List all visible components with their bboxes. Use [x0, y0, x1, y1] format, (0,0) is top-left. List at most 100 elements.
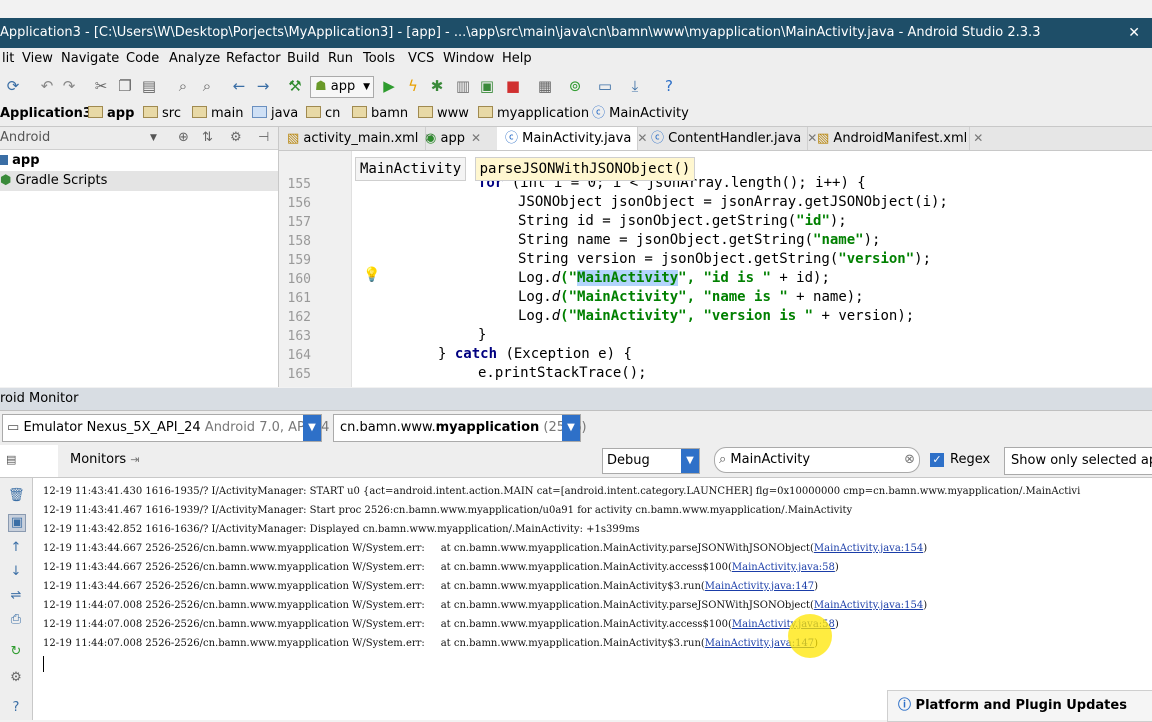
source-link[interactable]: MainActivity.java:154 [814, 543, 923, 554]
debug-icon[interactable]: ✱ [428, 77, 446, 95]
tab-monitors[interactable]: Monitors ⇥ [62, 445, 142, 477]
menu-navigate[interactable]: Navigate [61, 48, 119, 70]
sync-icon[interactable]: ⟳ [4, 77, 22, 95]
attach-debugger-icon[interactable]: ▣ [478, 77, 496, 95]
run-config-select[interactable]: ☗ app ▼ [310, 76, 374, 98]
tab-logcat[interactable]: ▤ logcat [0, 445, 58, 497]
tab-app[interactable]: ◉ app ✕ [425, 127, 498, 150]
chevron-down-icon[interactable]: ▼ [150, 127, 157, 149]
sync-gradle-icon[interactable]: ⊚ [566, 77, 584, 95]
close-icon[interactable]: ✕ [471, 131, 481, 145]
module-icon [0, 155, 8, 165]
tree-item-gradle-scripts[interactable]: ⬢ Gradle Scripts [0, 171, 278, 191]
up-arrow-icon[interactable]: ↑ [8, 540, 24, 556]
code-line-163: } [478, 327, 487, 343]
scroll-to-end-icon[interactable]: ▣ [8, 514, 26, 532]
restart-icon[interactable]: ↻ [8, 644, 24, 660]
menu-code[interactable]: Code [126, 48, 159, 70]
profile-icon[interactable]: ▥ [454, 77, 472, 95]
menu-refactor[interactable]: Refactor [226, 48, 281, 70]
breadcrumb-src[interactable]: src [143, 102, 181, 126]
soft-wrap-icon[interactable]: ⇌ [8, 588, 24, 604]
close-icon[interactable]: ✕ [973, 131, 983, 145]
source-link[interactable]: MainActivity.java:58 [732, 562, 835, 573]
gear-icon[interactable]: ⚙ [8, 670, 24, 686]
down-arrow-icon[interactable]: ↓ [8, 564, 24, 580]
text-caret [43, 656, 44, 672]
print-icon[interactable]: ⎙ [8, 612, 24, 628]
code-editor[interactable]: 155 156 157 158 159 160 161 162 163 164 … [279, 151, 1152, 387]
redo-icon[interactable]: ↷ [60, 77, 78, 95]
hide-panel-icon[interactable]: ⊣ [258, 127, 269, 149]
breadcrumb-java[interactable]: java [252, 102, 298, 126]
forward-icon[interactable]: → [254, 77, 272, 95]
breadcrumb-www[interactable]: www [418, 102, 469, 126]
source-link[interactable]: MainActivity.java:154 [814, 600, 923, 611]
scroll-from-source-icon[interactable]: ⊕ [178, 127, 189, 149]
close-icon[interactable]: ✕ [1128, 18, 1140, 48]
editor-breadcrumb-method[interactable]: parseJSONWithJSONObject() [474, 157, 696, 181]
chevron-down-icon: ▼ [303, 415, 321, 441]
clear-log-icon[interactable]: 🗑 [8, 488, 25, 504]
editor-breadcrumb-class[interactable]: MainActivity [355, 157, 467, 181]
tab-mainactivity-java[interactable]: ⓒ MainActivity.java ✕ [497, 127, 647, 150]
line-number: 160 [287, 272, 311, 287]
breadcrumb-myapplication[interactable]: myapplication [478, 102, 589, 126]
tab-contenthandler-java[interactable]: ⓒ ContentHandler.java ✕ [637, 127, 817, 150]
back-icon[interactable]: ← [230, 77, 248, 95]
filter-select[interactable]: Show only selected appl [1004, 447, 1152, 475]
help-icon[interactable]: ? [660, 77, 678, 95]
replace-icon[interactable]: ⌕ [198, 77, 216, 95]
line-number: 165 [287, 367, 311, 382]
line-number: 157 [287, 215, 311, 230]
logcat-search-input[interactable]: ⌕ MainActivity ⊗ [714, 447, 920, 473]
log-line: 12-19 11:43:41.467 1616-1939/? I/Activit… [43, 505, 853, 516]
make-project-icon[interactable]: ⚒ [286, 77, 304, 95]
tree-item-app[interactable]: app [0, 151, 278, 171]
menu-help[interactable]: Help [502, 48, 532, 70]
paste-icon[interactable]: ▤ [140, 77, 158, 95]
find-icon[interactable]: ⌕ [174, 77, 192, 95]
apply-changes-icon[interactable]: ϟ [404, 77, 422, 95]
tab-androidmanifest-xml[interactable]: ▧ AndroidManifest.xml ✕ [807, 127, 983, 150]
help-icon[interactable]: ? [8, 700, 24, 716]
device-select[interactable]: ▭ Emulator Nexus_5X_API_24 Android 7.0, … [2, 414, 329, 442]
avd-manager-icon[interactable]: ▦ [536, 77, 554, 95]
editor-gutter: 155 156 157 158 159 160 161 162 163 164 … [279, 151, 380, 387]
run-icon[interactable]: ▶ [380, 77, 398, 95]
logcat-output[interactable]: 12-19 11:43:41.430 1616-1935/? I/Activit… [33, 478, 1152, 720]
source-link[interactable]: MainActivity.java:147 [705, 581, 814, 592]
breadcrumb-main[interactable]: main [192, 102, 243, 126]
copy-icon[interactable]: ❐ [116, 77, 134, 95]
clear-icon[interactable]: ⊗ [904, 448, 915, 472]
menu-tools[interactable]: Tools [363, 48, 395, 70]
menu-run[interactable]: Run [328, 48, 353, 70]
gear-icon[interactable]: ⚙ [230, 127, 242, 149]
breadcrumb-project[interactable]: Application3 [0, 102, 92, 126]
log-line: 12-19 11:43:44.667 2526-2526/cn.bamn.www… [43, 562, 839, 573]
menu-vcs[interactable]: VCS [408, 48, 434, 70]
menu-analyze[interactable]: Analyze [169, 48, 220, 70]
menu-build[interactable]: Build [287, 48, 320, 70]
collapse-all-icon[interactable]: ⇅ [202, 127, 213, 149]
project-view-mode[interactable]: Android [0, 127, 50, 149]
breadcrumb-mainactivity[interactable]: ⓒ MainActivity [592, 102, 689, 126]
regex-checkbox[interactable]: ✓ [930, 453, 944, 467]
undo-icon[interactable]: ↶ [38, 77, 56, 95]
stop-icon[interactable]: ■ [504, 77, 522, 95]
project-structure-icon[interactable]: ▭ [596, 77, 614, 95]
android-monitor-header: roid Monitor [0, 388, 1152, 411]
plugin-updates-notification[interactable]: ⓘ Platform and Plugin Updates [887, 690, 1152, 722]
cut-icon[interactable]: ✂ [92, 77, 110, 95]
sdk-manager-icon[interactable]: ⤓ [626, 77, 644, 95]
breadcrumb-cn[interactable]: cn [306, 102, 340, 126]
logcat-side-toolbar: 🗑 ▣ ↑ ↓ ⇌ ⎙ ↻ ⚙ ? [0, 478, 33, 720]
menu-edit[interactable]: lit [2, 48, 14, 70]
process-select[interactable]: cn.bamn.www.myapplication (2526) ▼ [333, 414, 587, 442]
breadcrumb-bamn[interactable]: bamn [352, 102, 408, 126]
log-level-select[interactable]: Debug ▼ [602, 448, 700, 474]
breadcrumb-app[interactable]: app [88, 102, 134, 126]
tab-activity-main-xml[interactable]: ▧ activity_main.xml ✕ [287, 127, 435, 150]
menu-window[interactable]: Window [443, 48, 494, 70]
menu-view[interactable]: View [22, 48, 53, 70]
